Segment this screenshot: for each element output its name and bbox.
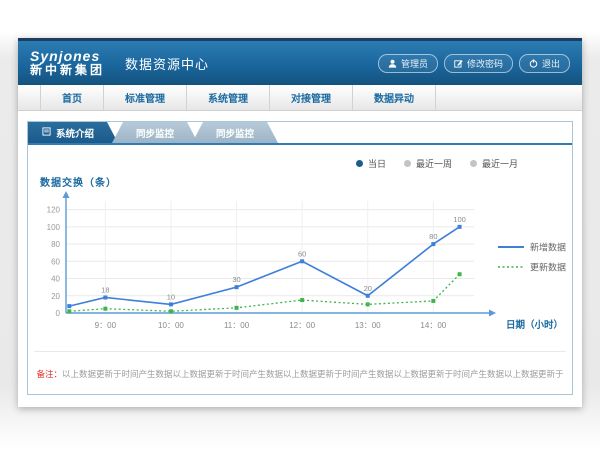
logo-text-cn: 新中新集团 (30, 64, 105, 77)
svg-text:80: 80 (429, 232, 437, 241)
svg-text:40: 40 (51, 275, 60, 284)
tab-label: 同步监控 (216, 126, 254, 140)
power-icon (529, 59, 538, 68)
app-window: Synjones 新中新集团 数据资源中心 管理员 修改密码 退出 (18, 38, 582, 407)
tab-label: 同步监控 (136, 126, 174, 140)
current-user-label: 管理员 (401, 57, 428, 70)
svg-text:12：00: 12：00 (289, 321, 315, 330)
tab-system-intro[interactable]: 系统介绍 (28, 122, 118, 143)
nav-item-data-change[interactable]: 数据异动 (353, 85, 436, 110)
svg-text:80: 80 (51, 240, 60, 249)
svg-text:0: 0 (56, 309, 61, 318)
svg-text:日期（小时）: 日期（小时） (506, 319, 563, 331)
data-exchange-line-chart: 0 20 40 60 80 100 120 9：00 10：00 11：00 12：00 13：00 1… (30, 189, 570, 341)
svg-text:10: 10 (167, 292, 175, 301)
svg-text:20: 20 (51, 292, 60, 301)
main-nav: 首页 标准管理 系统管理 对接管理 数据异动 (18, 85, 582, 111)
time-range-filter: 当日 最近一周 最近一月 (30, 151, 570, 172)
footnote: 备注：以上数据更新于时间产生数据以上数据更新于时间产生数据以上数据更新于时间产生… (30, 368, 570, 380)
svg-text:20: 20 (364, 284, 372, 293)
svg-text:100: 100 (453, 215, 466, 224)
svg-text:新增数据: 新增数据 (530, 242, 566, 253)
svg-text:18: 18 (101, 285, 109, 294)
svg-text:更新数据: 更新数据 (530, 262, 566, 273)
tab-bar: 系统介绍 同步监控 同步监控 (28, 122, 572, 145)
header-actions: 管理员 修改密码 退出 (378, 54, 570, 73)
change-password-label: 修改密码 (467, 57, 503, 70)
filter-last-month[interactable]: 最近一月 (470, 157, 518, 170)
current-user-button[interactable]: 管理员 (378, 54, 438, 73)
tab-sync-monitor-1[interactable]: 同步监控 (112, 122, 198, 143)
svg-text:10：00: 10：00 (158, 321, 184, 330)
svg-text:14：00: 14：00 (420, 321, 446, 330)
svg-text:60: 60 (298, 249, 306, 258)
logout-label: 退出 (542, 57, 560, 70)
logo-text-en: Synjones (30, 49, 105, 64)
filter-label: 最近一周 (416, 157, 452, 170)
logout-button[interactable]: 退出 (519, 54, 570, 73)
radio-icon (470, 160, 477, 167)
change-password-button[interactable]: 修改密码 (444, 54, 513, 73)
chart-y-axis-title: 数据交换（条） (40, 174, 570, 189)
panel-body: 当日 最近一周 最近一月 数据交换（条） 0 20 40 60 80 100 120 9：00… (28, 145, 572, 394)
tab-label: 系统介绍 (56, 126, 94, 140)
app-header: Synjones 新中新集团 数据资源中心 管理员 修改密码 退出 (18, 41, 582, 85)
footnote-text: 以上数据更新于时间产生数据以上数据更新于时间产生数据以上数据更新于时间产生数据以… (62, 369, 564, 379)
svg-text:120: 120 (47, 206, 61, 215)
svg-text:100: 100 (47, 223, 61, 232)
nav-item-system-mgmt[interactable]: 系统管理 (187, 85, 270, 110)
svg-text:30: 30 (232, 275, 240, 284)
divider (34, 351, 566, 352)
nav-item-interface-mgmt[interactable]: 对接管理 (270, 85, 353, 110)
brand-logo[interactable]: Synjones 新中新集团 (30, 49, 105, 76)
edit-icon (454, 59, 463, 68)
radio-icon (404, 160, 411, 167)
document-icon (42, 127, 51, 139)
nav-item-standard-mgmt[interactable]: 标准管理 (104, 85, 187, 110)
filter-label: 当日 (368, 157, 386, 170)
filter-label: 最近一月 (482, 157, 518, 170)
tab-sync-monitor-2[interactable]: 同步监控 (192, 122, 278, 143)
filter-today[interactable]: 当日 (356, 157, 386, 170)
main-panel: 系统介绍 同步监控 同步监控 当日 最近一周 (27, 121, 573, 395)
content-area: 系统介绍 同步监控 同步监控 当日 最近一周 (18, 111, 582, 407)
svg-text:60: 60 (51, 257, 60, 266)
page-title: 数据资源中心 (125, 54, 209, 73)
radio-icon (356, 160, 363, 167)
svg-text:13：00: 13：00 (355, 321, 381, 330)
svg-text:9：00: 9：00 (95, 321, 117, 330)
nav-item-home[interactable]: 首页 (40, 85, 104, 110)
footnote-prefix: 备注： (36, 369, 62, 379)
filter-last-week[interactable]: 最近一周 (404, 157, 452, 170)
user-icon (388, 59, 397, 68)
svg-text:11：00: 11：00 (224, 321, 250, 330)
